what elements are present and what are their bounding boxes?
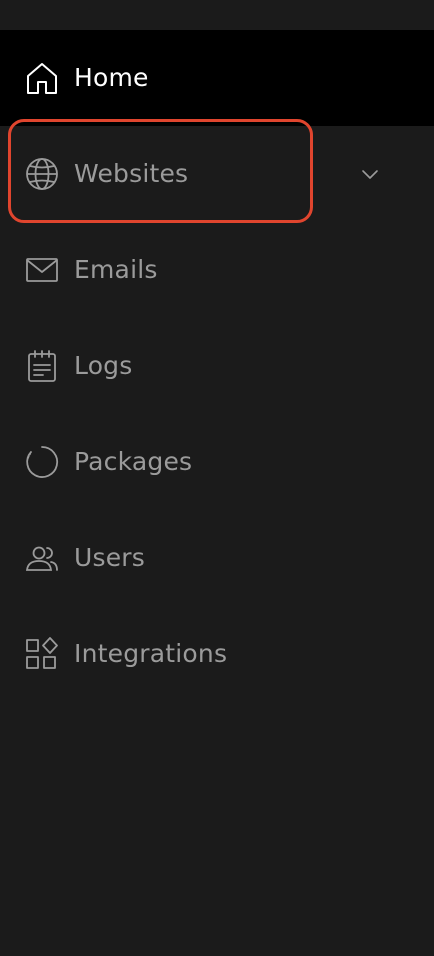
sidebar: Home Websites Emails Logs Packages Users… — [0, 0, 434, 956]
chevron-down-icon[interactable] — [359, 163, 381, 185]
sidebar-item-label: Users — [74, 542, 146, 572]
top-bar — [0, 0, 434, 30]
sidebar-item-label: Emails — [74, 254, 158, 284]
users-icon — [24, 540, 60, 576]
sidebar-item-emails[interactable]: Emails — [0, 222, 434, 318]
sidebar-item-home[interactable]: Home — [0, 30, 434, 126]
sidebar-item-logs[interactable]: Logs — [0, 318, 434, 414]
sidebar-item-packages[interactable]: Packages — [0, 414, 434, 510]
sidebar-item-integrations[interactable]: Integrations — [0, 606, 434, 702]
sidebar-item-label: Packages — [74, 446, 193, 476]
calendar-icon — [24, 348, 60, 384]
loader-icon — [24, 444, 60, 480]
sidebar-item-label: Home — [74, 62, 149, 92]
sidebar-item-label: Integrations — [74, 638, 228, 668]
sidebar-item-users[interactable]: Users — [0, 510, 434, 606]
sidebar-item-label: Websites — [74, 158, 189, 188]
sidebar-item-websites[interactable]: Websites — [0, 126, 434, 222]
sidebar-item-label: Logs — [74, 350, 133, 380]
mail-icon — [24, 252, 60, 288]
grid-icon — [24, 636, 60, 672]
home-icon — [24, 60, 60, 96]
globe-icon — [24, 156, 60, 192]
